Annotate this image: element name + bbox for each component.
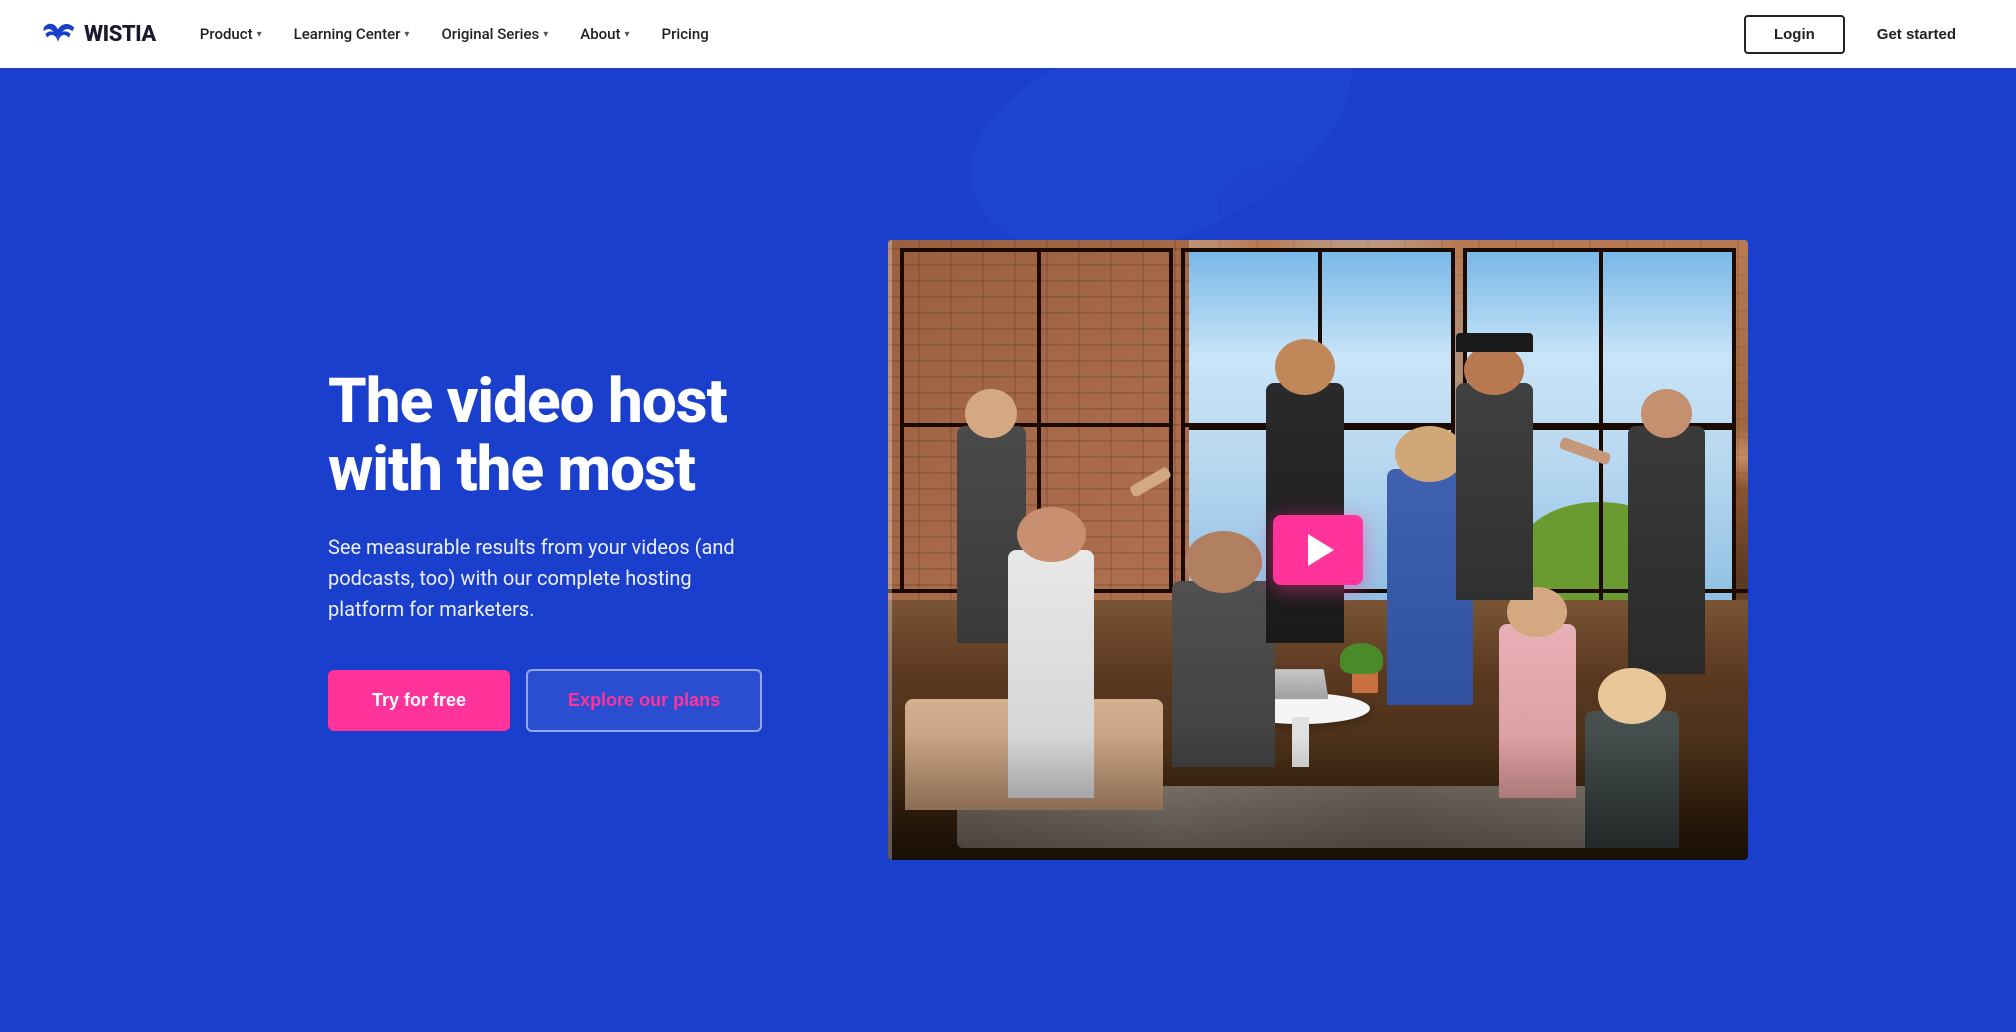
- person-2-body: [1628, 426, 1705, 674]
- play-button[interactable]: [1273, 515, 1363, 585]
- person-3-head: [1017, 507, 1086, 563]
- get-started-button[interactable]: Get started: [1857, 17, 1976, 52]
- hero-buttons: Try for free Explore our plans: [328, 669, 848, 732]
- nav-about[interactable]: About ▾: [566, 17, 643, 51]
- nav-product[interactable]: Product ▾: [186, 17, 276, 51]
- hero-content: The video host with the most See measura…: [258, 68, 1758, 1032]
- person-5-head: [1185, 531, 1262, 593]
- left-stripe-decoration: [888, 240, 892, 860]
- hero-headline: The video host with the most: [328, 368, 848, 504]
- person-6-head: [1275, 339, 1335, 395]
- learning-center-chevron-icon: ▾: [404, 29, 409, 40]
- person-1-head: [965, 389, 1017, 439]
- product-chevron-icon: ▾: [257, 29, 262, 40]
- play-button-overlay[interactable]: [1273, 515, 1363, 585]
- person-6-body: [1266, 383, 1343, 643]
- person-8-body: [1456, 383, 1533, 600]
- bottom-overlay: [888, 736, 1748, 860]
- hero-left: The video host with the most See measura…: [328, 368, 868, 732]
- original-series-chevron-icon: ▾: [543, 29, 548, 40]
- person-8-head: [1464, 345, 1524, 395]
- hero-section: The video host with the most See measura…: [0, 68, 2016, 1032]
- person-4-head: [1395, 426, 1464, 482]
- nav-actions: Login Get started: [1744, 15, 1976, 54]
- navbar: WISTIA Product ▾ Learning Center ▾ Origi…: [0, 0, 2016, 68]
- logo-text: WISTIA: [84, 22, 156, 47]
- person-9-head: [1598, 668, 1667, 724]
- explore-plans-button[interactable]: Explore our plans: [526, 669, 762, 732]
- video-container[interactable]: [888, 240, 1748, 860]
- hero-subtext: See measurable results from your videos …: [328, 532, 768, 625]
- nav-pricing[interactable]: Pricing: [648, 17, 723, 51]
- person-2-head: [1641, 389, 1693, 439]
- person-8-hat: [1456, 333, 1533, 352]
- about-chevron-icon: ▾: [625, 29, 630, 40]
- login-button[interactable]: Login: [1744, 15, 1845, 54]
- logo-link[interactable]: WISTIA: [40, 20, 156, 48]
- nav-original-series[interactable]: Original Series ▾: [427, 17, 562, 51]
- nav-learning-center[interactable]: Learning Center ▾: [280, 17, 424, 51]
- plant-leaves: [1340, 643, 1383, 674]
- hero-right: [888, 240, 1748, 860]
- try-for-free-button[interactable]: Try for free: [328, 670, 510, 731]
- nav-links: Product ▾ Learning Center ▾ Original Ser…: [186, 17, 1744, 51]
- wistia-logo-icon: [40, 20, 76, 48]
- play-triangle-icon: [1308, 534, 1334, 566]
